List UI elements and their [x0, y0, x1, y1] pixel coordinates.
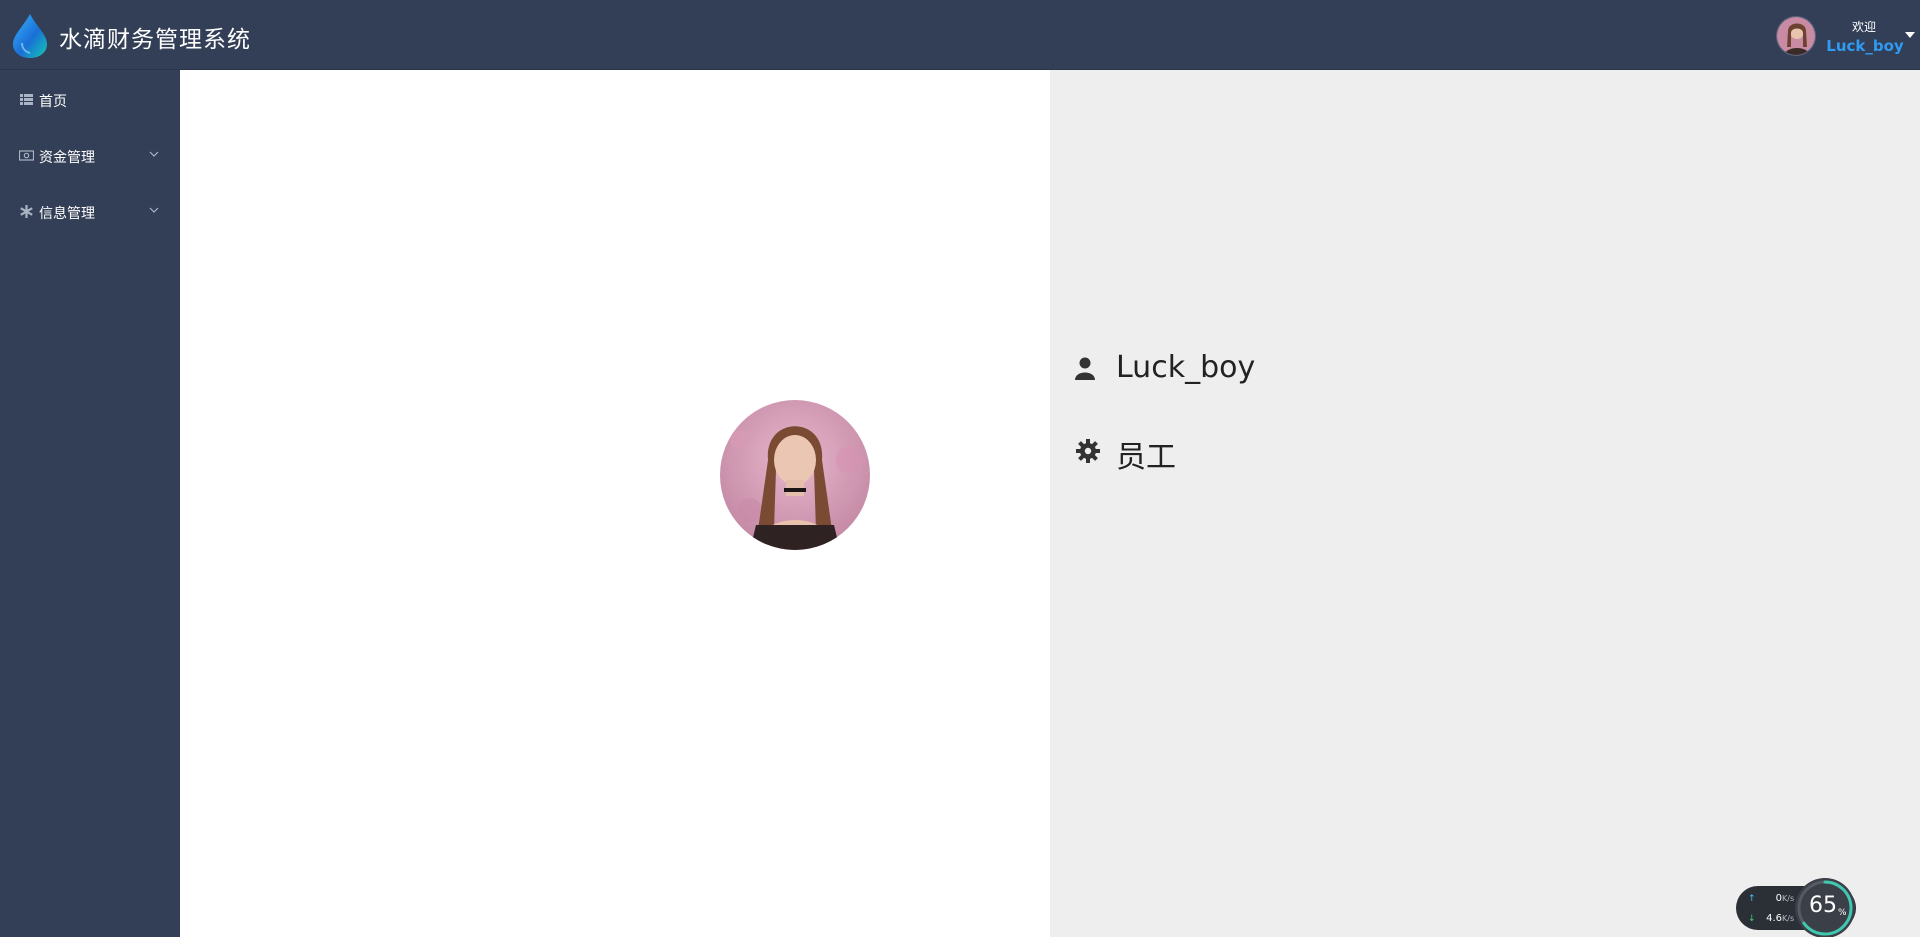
user-menu[interactable]: 欢迎 Luck_boy: [1760, 0, 1920, 70]
header-username[interactable]: Luck_boy: [1820, 37, 1910, 55]
sidebar-item-label: 信息管理: [39, 206, 95, 222]
profile-info-panel: Luck_boy 员工: [1050, 70, 1920, 937]
upload-speed: ↑ 0K/s: [1748, 893, 1795, 904]
download-speed: ↓ 4.6K/s: [1748, 913, 1795, 924]
sidebar-item-label: 资金管理: [39, 150, 95, 166]
profile-avatar: [720, 400, 870, 550]
usage-value: 65: [1809, 893, 1837, 918]
list-icon: [20, 94, 33, 105]
profile-avatar-panel: [180, 70, 1050, 937]
water-drop-icon[interactable]: [11, 13, 49, 59]
sidebar-item-label: 首页: [39, 94, 67, 110]
user-avatar[interactable]: [1776, 16, 1816, 56]
app-title: 水滴财务管理系统: [59, 27, 251, 53]
chevron-down-icon[interactable]: [148, 148, 160, 160]
money-icon: [19, 150, 34, 161]
profile-role: 员工: [1116, 440, 1176, 475]
asterisk-icon: [20, 205, 33, 218]
sidebar-item-funds[interactable]: 资金管理: [0, 134, 180, 178]
welcome-label: 欢迎: [1851, 20, 1876, 34]
sidebar: 首页 资金管理 信息管理: [0, 70, 180, 937]
user-icon: [1075, 357, 1095, 380]
top-bar: 水滴财务管理系统 欢迎 Luck_boy: [0, 0, 1920, 70]
usage-gauge[interactable]: 65 %: [1795, 878, 1855, 937]
caret-down-icon[interactable]: [1905, 32, 1915, 38]
sidebar-item-home[interactable]: 首页: [0, 78, 180, 122]
download-arrow-icon: ↓: [1748, 914, 1756, 924]
sidebar-item-info[interactable]: 信息管理: [0, 190, 180, 234]
upload-arrow-icon: ↑: [1748, 894, 1756, 904]
chevron-down-icon[interactable]: [148, 204, 160, 216]
gear-icon: [1076, 439, 1100, 463]
profile-username: Luck_boy: [1116, 350, 1256, 385]
usage-unit: %: [1838, 908, 1847, 918]
